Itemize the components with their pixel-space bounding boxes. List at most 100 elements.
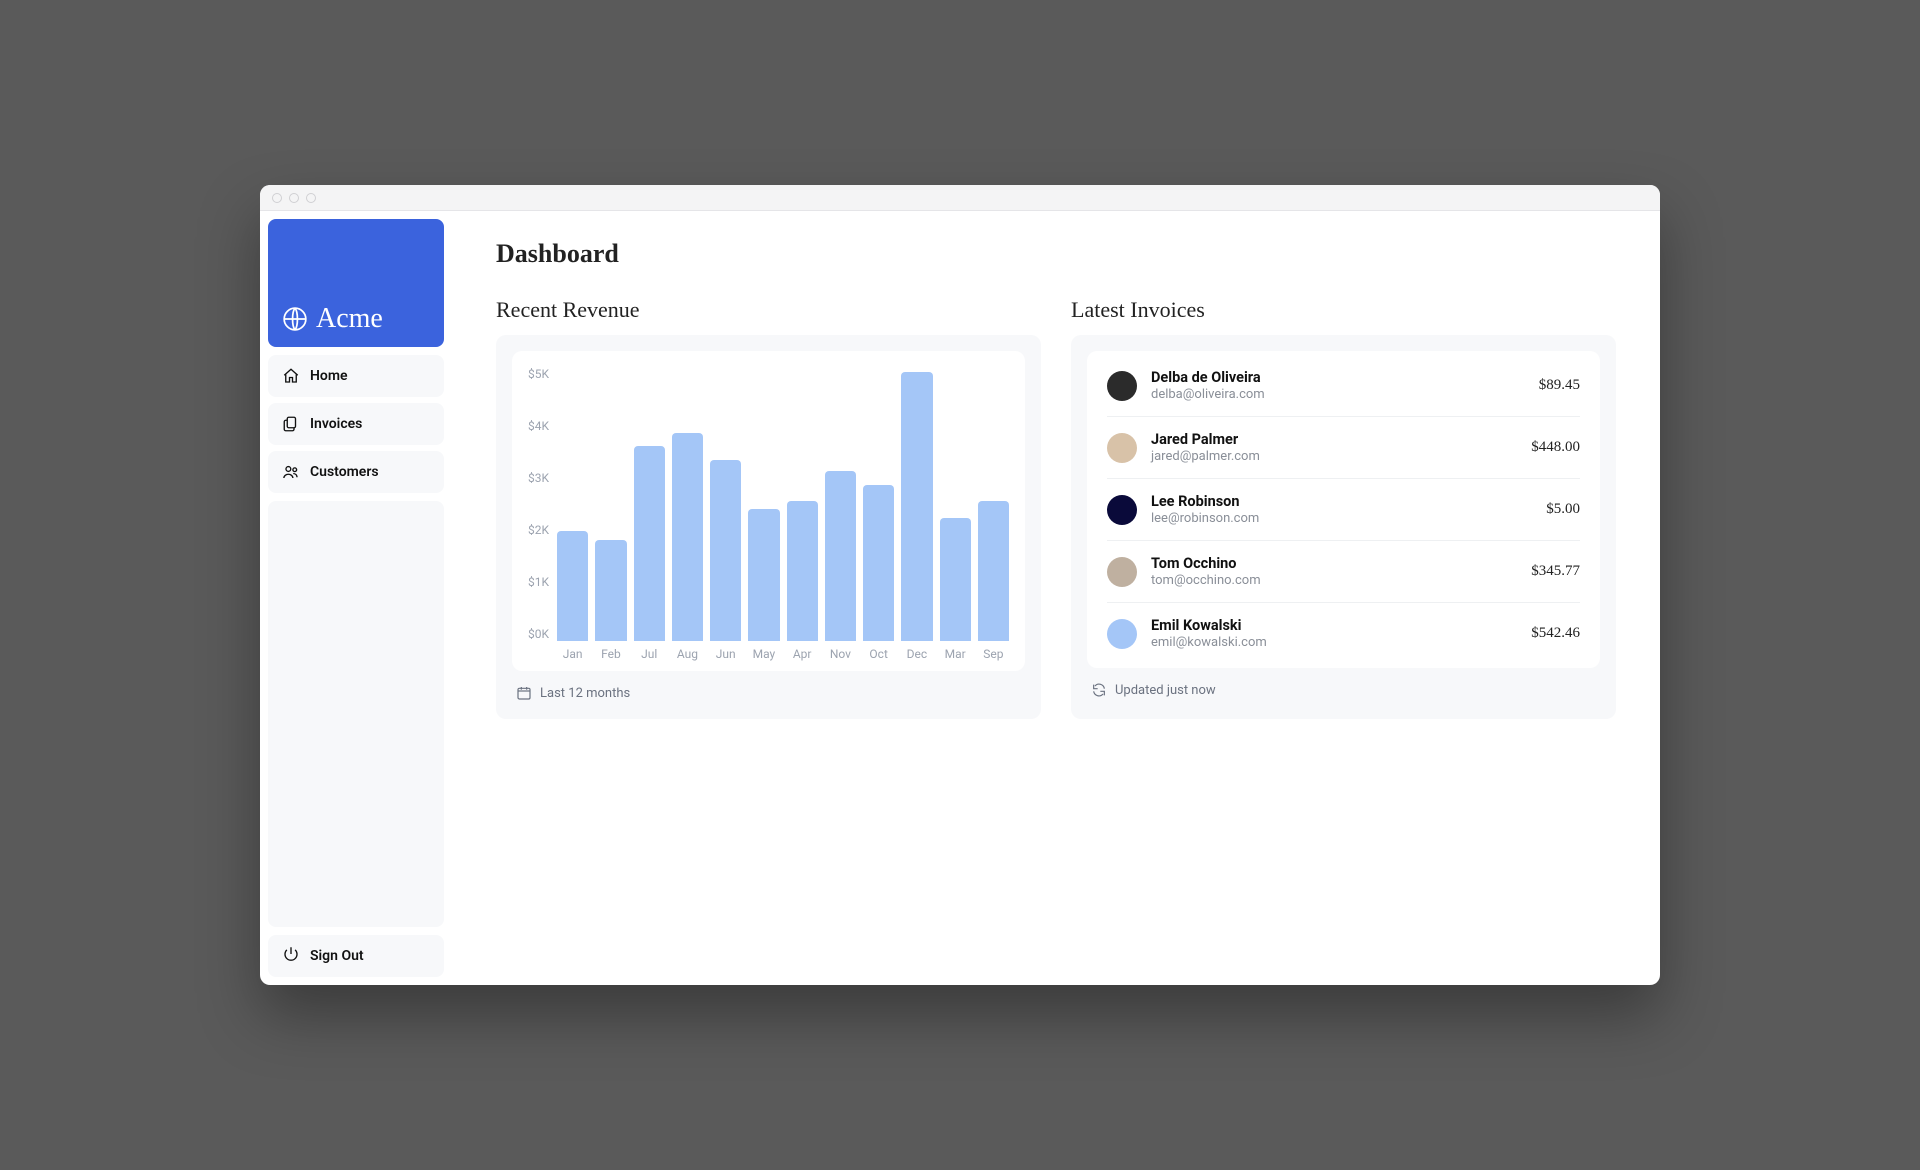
bar [787, 501, 818, 641]
sidebar-spacer [268, 501, 444, 927]
x-tick-label: Mar [945, 647, 966, 661]
bar [978, 501, 1009, 641]
invoice-name: Delba de Oliveira [1151, 369, 1525, 386]
bar-col: Aug [672, 367, 703, 641]
power-icon [282, 945, 300, 967]
calendar-icon [516, 685, 532, 701]
x-tick-label: Feb [601, 647, 621, 661]
revenue-card: $5K$4K$3K$2K$1K$0K JanFebJulAugJunMayApr… [496, 335, 1041, 719]
invoices-footer: Updated just now [1087, 668, 1600, 700]
x-tick-label: Jan [563, 647, 583, 661]
invoice-row[interactable]: Lee Robinsonlee@robinson.com$5.00 [1107, 479, 1580, 541]
x-tick-label: Dec [907, 647, 928, 661]
bar-col: Jan [557, 367, 588, 641]
app-window: Acme Home [260, 185, 1660, 985]
invoice-name: Emil Kowalski [1151, 617, 1517, 634]
sidebar-item-customers[interactable]: Customers [268, 451, 444, 493]
invoice-email: jared@palmer.com [1151, 449, 1517, 464]
bar-col: Apr [787, 367, 818, 641]
invoice-amount: $345.77 [1531, 563, 1580, 580]
x-tick-label: May [753, 647, 776, 661]
invoices-card: Delba de Oliveiradelba@oliveira.com $89.4… [1071, 335, 1616, 719]
sidebar-nav: Home Invoices [268, 355, 444, 493]
invoice-amount: $542.46 [1531, 625, 1580, 642]
avatar [1107, 619, 1137, 649]
y-tick-label: $5K [528, 367, 549, 381]
avatar [1107, 433, 1137, 463]
x-tick-label: Aug [677, 647, 698, 661]
refresh-icon [1091, 682, 1107, 698]
bar-col: Jun [710, 367, 741, 641]
x-tick-label: Jul [641, 647, 657, 661]
revenue-footer: Last 12 months [512, 671, 1025, 703]
invoice-email: tom@occhino.com [1151, 573, 1517, 588]
bar-col: Feb [595, 367, 626, 641]
sidebar: Acme Home [260, 211, 452, 985]
invoice-info: Delba de Oliveiradelba@oliveira.com [1151, 369, 1525, 402]
invoice-email: delba@oliveira.com [1151, 387, 1525, 402]
bar-col: Sep [978, 367, 1009, 641]
bar [940, 518, 971, 641]
bar [863, 485, 894, 641]
bar [634, 446, 665, 641]
invoice-row[interactable]: Tom Occhinotom@occhino.com $345.77 [1107, 541, 1580, 603]
invoice-info: Tom Occhinotom@occhino.com [1151, 555, 1517, 588]
globe-icon [282, 306, 308, 332]
revenue-footer-text: Last 12 months [540, 686, 630, 701]
y-tick-label: $0K [528, 627, 549, 641]
y-tick-label: $2K [528, 523, 549, 537]
avatar [1107, 495, 1137, 525]
signout-label: Sign Out [310, 948, 364, 964]
page-title: Dashboard [496, 239, 1616, 269]
bar [672, 433, 703, 641]
y-tick-label: $3K [528, 471, 549, 485]
sidebar-item-invoices[interactable]: Invoices [268, 403, 444, 445]
sidebar-item-label: Customers [310, 464, 379, 480]
bar-col: Jul [634, 367, 665, 641]
revenue-chart: $5K$4K$3K$2K$1K$0K JanFebJulAugJunMayApr… [512, 351, 1025, 671]
document-duplicate-icon [282, 415, 300, 433]
x-tick-label: Sep [983, 647, 1003, 661]
invoice-amount: $89.45 [1539, 377, 1580, 394]
brand-box: Acme [268, 219, 444, 347]
home-icon [282, 367, 300, 385]
avatar [1107, 557, 1137, 587]
signout-button[interactable]: Sign Out [268, 935, 444, 977]
bar-col: Dec [901, 367, 932, 641]
bar [901, 372, 932, 641]
users-icon [282, 463, 300, 481]
window-titlebar [260, 185, 1660, 211]
sidebar-item-home[interactable]: Home [268, 355, 444, 397]
x-tick-label: Apr [793, 647, 812, 661]
x-tick-label: Nov [830, 647, 851, 661]
chart-bars: JanFebJulAugJunMayAprNovOctDecMarSep [557, 367, 1009, 661]
invoice-info: Lee Robinsonlee@robinson.com [1151, 493, 1532, 526]
invoice-name: Lee Robinson [1151, 493, 1532, 510]
invoice-info: Jared Palmerjared@palmer.com [1151, 431, 1517, 464]
bar [557, 531, 588, 641]
window-close-dot[interactable] [272, 193, 282, 203]
sidebar-item-label: Invoices [310, 416, 362, 432]
invoice-email: lee@robinson.com [1151, 511, 1532, 526]
bar-col: May [748, 367, 779, 641]
invoice-name: Tom Occhino [1151, 555, 1517, 572]
invoice-row[interactable]: Delba de Oliveiradelba@oliveira.com $89.4… [1107, 355, 1580, 417]
revenue-title: Recent Revenue [496, 297, 1041, 323]
invoices-title: Latest Invoices [1071, 297, 1616, 323]
invoice-amount: $448.00 [1531, 439, 1580, 456]
x-tick-label: Jun [716, 647, 736, 661]
brand-name: Acme [316, 303, 383, 335]
invoices-footer-text: Updated just now [1115, 683, 1216, 698]
bar [710, 460, 741, 641]
bar-col: Oct [863, 367, 894, 641]
bar-col: Mar [940, 367, 971, 641]
avatar [1107, 371, 1137, 401]
invoice-name: Jared Palmer [1151, 431, 1517, 448]
window-min-dot[interactable] [289, 193, 299, 203]
x-tick-label: Oct [869, 647, 887, 661]
y-tick-label: $1K [528, 575, 549, 589]
invoice-row[interactable]: Jared Palmerjared@palmer.com $448.00 [1107, 417, 1580, 479]
bar [825, 471, 856, 641]
invoice-row[interactable]: Emil Kowalskiemil@kowalski.com$542.46 [1107, 603, 1580, 664]
window-max-dot[interactable] [306, 193, 316, 203]
